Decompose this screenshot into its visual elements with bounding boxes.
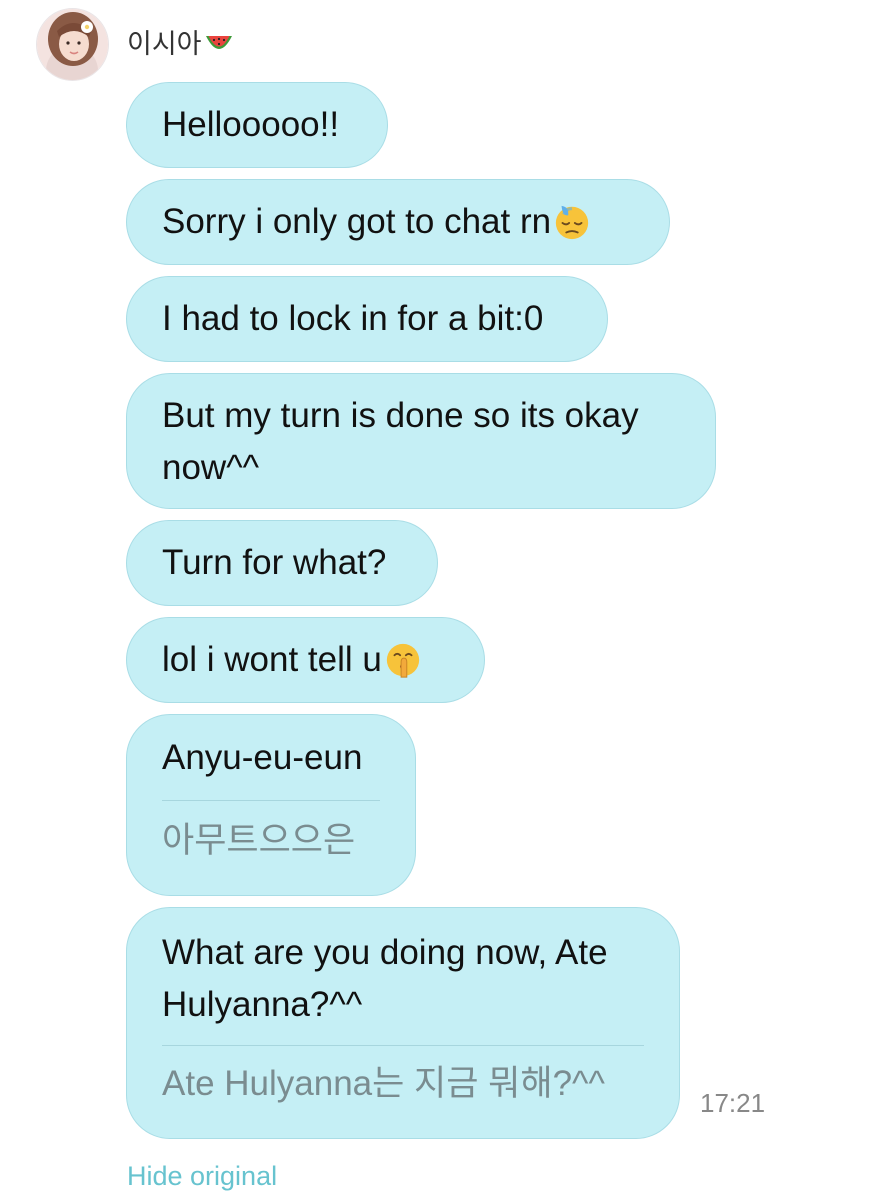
message-bubble[interactable]: I had to lock in for a bit:0 [126,276,608,362]
message-bubble-translated[interactable]: Anyu-eu-eun 아무트으으은 [126,714,416,896]
downcast-sweat-face-icon [555,205,589,240]
sender-name: 이시아 [127,29,202,59]
translation-divider [162,800,380,801]
message-text: lol i wont tell u [162,640,382,679]
message-timestamp: 17:21 [700,1088,766,1118]
message-bubble[interactable]: Hellooooo!! [126,82,388,168]
sender-name-row: 이시아 [127,28,234,60]
message-text: But my turn is done so its okay now^^ [162,396,639,487]
message-bubble[interactable]: Turn for what? [126,520,438,606]
message-bubble[interactable]: But my turn is done so its okay now^^ [126,373,716,509]
translation-text: Ate Hulyanna는 지금 뭐해?^^ [162,1064,605,1103]
message-text: Sorry i only got to chat rn [162,202,552,241]
message-bubble[interactable]: Sorry i only got to chat rn [126,179,670,265]
message-bubble-translated[interactable]: What are you doing now, Ate Hulyanna?^^ … [126,907,680,1139]
message-text: Anyu-eu-eun [162,738,363,777]
message-text: I had to lock in for a bit:0 [162,299,544,338]
avatar[interactable] [37,9,108,80]
message-bubble[interactable]: lol i wont tell u [126,617,485,703]
message-text: Turn for what? [162,543,387,582]
watermelon-icon [205,36,232,49]
translation-text: 아무트으으은 [162,821,356,860]
profile-photo [37,9,108,80]
message-text: Hellooooo!! [162,105,340,144]
shushing-face-icon [386,643,419,678]
hide-original-link[interactable]: Hide original [127,1160,277,1192]
translation-divider [162,1045,644,1046]
message-text: What are you doing now, Ate Hulyanna?^^ [162,933,608,1024]
